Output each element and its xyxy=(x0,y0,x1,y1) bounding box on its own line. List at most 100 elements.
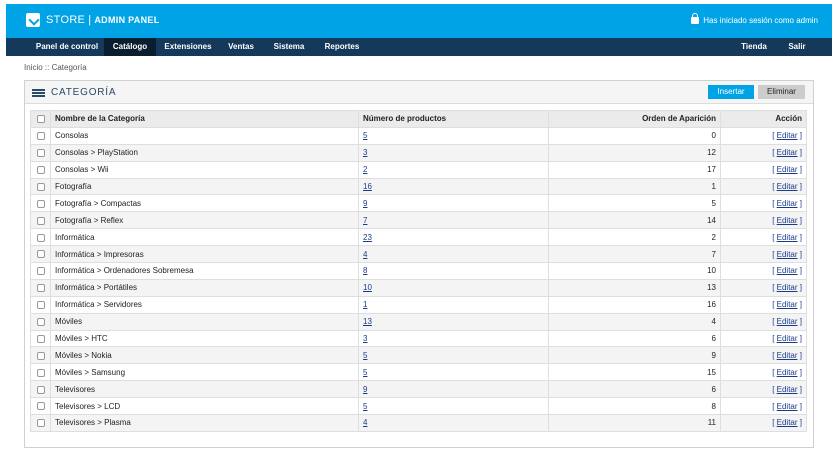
row-action-cell: [ Editar ] xyxy=(720,380,807,399)
row-edit-link[interactable]: [ Editar ] xyxy=(772,300,802,309)
header-product-count[interactable]: Número de productos xyxy=(358,110,549,128)
row-edit-link[interactable]: [ Editar ] xyxy=(772,283,802,292)
row-checkbox[interactable] xyxy=(36,166,45,174)
row-product-count-cell: 3 xyxy=(358,143,549,162)
row-product-count-link[interactable]: 3 xyxy=(363,334,367,343)
row-product-count-cell: 8 xyxy=(358,262,549,280)
table-row: Consolas 5 0 [ Editar ] xyxy=(30,126,807,145)
row-edit-link[interactable]: [ Editar ] xyxy=(772,199,802,208)
edit-bracket-close: ] xyxy=(797,367,802,377)
row-product-count-cell: 9 xyxy=(358,380,549,399)
row-check-cell xyxy=(30,380,51,399)
row-check-cell xyxy=(30,160,51,179)
row-check-cell xyxy=(30,177,51,196)
row-edit-link[interactable]: [ Editar ] xyxy=(772,233,802,242)
nav-item-reportes[interactable]: Reportes xyxy=(318,38,366,56)
row-checkbox[interactable] xyxy=(36,199,45,208)
row-checkbox[interactable] xyxy=(36,216,45,225)
row-checkbox[interactable] xyxy=(36,419,45,428)
row-checkbox[interactable] xyxy=(36,149,45,158)
edit-label: Editar xyxy=(776,182,798,191)
table-row: Consolas > Wii 2 17 [ Editar ] xyxy=(30,160,807,179)
category-table: Nombre de la Categoría Número de product… xyxy=(30,110,807,432)
row-check-cell xyxy=(30,126,51,145)
row-product-count-link[interactable]: 4 xyxy=(363,418,367,427)
row-checkbox[interactable] xyxy=(36,233,45,242)
row-product-count-link[interactable]: 10 xyxy=(363,283,372,292)
row-checkbox[interactable] xyxy=(36,250,45,259)
row-edit-link[interactable]: [ Editar ] xyxy=(772,317,802,326)
select-all-checkbox[interactable] xyxy=(36,115,45,124)
row-product-count-link[interactable]: 5 xyxy=(363,351,367,360)
row-edit-link[interactable]: [ Editar ] xyxy=(772,385,802,394)
edit-bracket-close: ] xyxy=(797,215,802,225)
nav-item-extensiones[interactable]: Extensiones xyxy=(160,38,216,56)
row-checkbox[interactable] xyxy=(36,182,45,191)
row-checkbox[interactable] xyxy=(36,334,45,343)
edit-label: Editar xyxy=(776,350,798,360)
nav-item-sistema[interactable]: Sistema xyxy=(268,38,310,56)
row-edit-link[interactable]: [ Editar ] xyxy=(772,148,802,157)
edit-bracket-close: ] xyxy=(797,165,802,175)
row-product-count-link[interactable]: 1 xyxy=(363,300,367,309)
brand-logo-text[interactable]: STORE | ADMIN PANEL xyxy=(46,14,160,26)
row-action-cell: [ Editar ] xyxy=(720,211,807,230)
row-product-count-link[interactable]: 13 xyxy=(363,317,372,326)
row-checkbox[interactable] xyxy=(36,368,45,377)
row-checkbox[interactable] xyxy=(36,402,45,411)
lock-icon xyxy=(691,13,700,24)
row-product-count-link[interactable]: 5 xyxy=(363,402,367,411)
header-category-name[interactable]: Nombre de la Categoría xyxy=(50,110,359,128)
row-edit-link[interactable]: [ Editar ] xyxy=(772,351,802,360)
row-product-count-link[interactable]: 8 xyxy=(363,266,367,275)
row-product-count-link[interactable]: 7 xyxy=(363,216,367,225)
row-edit-link[interactable]: [ Editar ] xyxy=(772,216,802,225)
row-edit-link[interactable]: [ Editar ] xyxy=(772,131,802,140)
row-checkbox[interactable] xyxy=(36,385,45,394)
insert-button[interactable]: Insertar xyxy=(708,85,754,99)
nav-item-catalogo[interactable]: Catálogo xyxy=(104,38,156,56)
row-checkbox[interactable] xyxy=(36,318,45,327)
row-check-cell xyxy=(30,414,51,432)
row-product-count-link[interactable]: 2 xyxy=(363,165,367,174)
nav-item-ventas[interactable]: Ventas xyxy=(222,38,260,56)
breadcrumb[interactable]: Inicio :: Categoría xyxy=(24,63,87,72)
row-edit-link[interactable]: [ Editar ] xyxy=(772,250,802,259)
row-edit-link[interactable]: [ Editar ] xyxy=(772,418,802,427)
header-sort-order[interactable]: Orden de Aparición xyxy=(548,110,721,128)
row-edit-link[interactable]: [ Editar ] xyxy=(772,368,802,377)
row-edit-link[interactable]: [ Editar ] xyxy=(772,165,802,174)
row-product-count-link[interactable]: 4 xyxy=(363,250,367,259)
row-product-count-link[interactable]: 9 xyxy=(363,199,367,208)
top-header: STORE | ADMIN PANEL Has iniciado sesión co… xyxy=(6,4,832,38)
row-edit-link[interactable]: [ Editar ] xyxy=(772,266,802,275)
nav-item-tienda[interactable]: Tienda xyxy=(734,38,774,56)
row-checkbox[interactable] xyxy=(36,267,45,276)
row-checkbox[interactable] xyxy=(36,351,45,360)
row-edit-link[interactable]: [ Editar ] xyxy=(772,402,802,411)
nav-item-panel-de-control[interactable]: Panel de control xyxy=(24,38,110,56)
row-sort-order: 6 xyxy=(548,329,721,348)
edit-bracket-close: ] xyxy=(797,266,802,276)
main-nav: Panel de control Catálogo Extensiones Ve… xyxy=(6,38,832,56)
row-category-name: Móviles > HTC xyxy=(50,329,359,348)
row-edit-link[interactable]: [ Editar ] xyxy=(772,334,802,343)
row-action-cell: [ Editar ] xyxy=(720,397,807,416)
row-product-count-link[interactable]: 5 xyxy=(363,131,367,140)
row-checkbox[interactable] xyxy=(36,284,45,293)
delete-button[interactable]: Eliminar xyxy=(758,85,805,99)
row-product-count-link[interactable]: 5 xyxy=(363,368,367,377)
row-product-count-cell: 5 xyxy=(358,126,549,145)
row-product-count-link[interactable]: 23 xyxy=(363,233,372,242)
row-product-count-link[interactable]: 3 xyxy=(363,148,367,157)
row-product-count-link[interactable]: 16 xyxy=(363,182,372,191)
row-product-count-cell: 10 xyxy=(358,278,549,297)
nav-item-salir[interactable]: Salir xyxy=(782,38,812,56)
row-edit-link[interactable]: [ Editar ] xyxy=(772,182,802,191)
row-sort-order: 7 xyxy=(548,245,721,264)
row-checkbox[interactable] xyxy=(36,132,45,141)
row-action-cell: [ Editar ] xyxy=(720,278,807,297)
row-product-count-link[interactable]: 9 xyxy=(363,385,367,394)
row-checkbox[interactable] xyxy=(36,301,45,310)
row-check-cell xyxy=(30,312,51,331)
